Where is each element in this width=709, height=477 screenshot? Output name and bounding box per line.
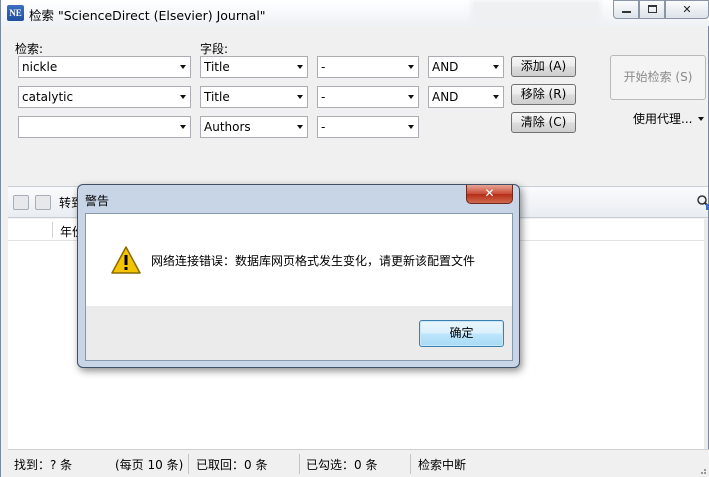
dialog-close-button[interactable]: ✕	[466, 185, 513, 204]
query-label: 检索:	[15, 42, 44, 56]
term-value-2: catalytic	[22, 90, 74, 104]
field-value-1: Title	[204, 60, 230, 74]
dialog-title: 警告	[85, 194, 110, 208]
clear-button[interactable]: 清除 (C)	[511, 112, 576, 133]
dialog-message: 网络连接错误：数据库网页格式发生变化，请更新该配置文件	[151, 254, 476, 268]
use-proxy-dropdown[interactable]: 使用代理...	[633, 110, 692, 127]
column-divider	[52, 222, 53, 238]
start-search-button[interactable]: 开始检索 (S)	[610, 55, 706, 100]
qualifier-combo-2[interactable]: -	[317, 86, 419, 108]
qualifier-value-2: -	[321, 90, 326, 104]
chevron-down-icon	[180, 125, 186, 129]
minimize-icon	[621, 10, 631, 13]
chevron-down-icon	[180, 95, 186, 99]
window-title: 检索 "ScienceDirect (Elsevier) Journal"	[29, 8, 266, 23]
title-bar: NE 检索 "ScienceDirect (Elsevier) Journal"…	[1, 0, 709, 26]
status-found: 找到：? 条	[14, 458, 73, 472]
back-page-icon[interactable]	[13, 195, 29, 210]
chevron-down-icon	[180, 65, 186, 69]
close-button[interactable]: ✕	[665, 0, 709, 19]
term-combo-2[interactable]: catalytic	[18, 86, 191, 108]
resize-grip-icon[interactable]	[697, 465, 707, 475]
chevron-down-icon	[698, 117, 704, 121]
chevron-down-icon	[408, 65, 414, 69]
chevron-down-icon	[297, 125, 303, 129]
chevron-down-icon	[408, 95, 414, 99]
field-value-3: Authors	[204, 120, 251, 134]
warning-dialog: 警告 ✕ 网络连接错误：数据库网页格式发生变化，请更新该配置文件 确定	[77, 184, 520, 368]
blurred-region	[471, 0, 601, 24]
forward-page-icon[interactable]	[35, 195, 51, 210]
qualifier-combo-3[interactable]: -	[317, 116, 419, 138]
chevron-down-icon	[408, 125, 414, 129]
status-separator	[410, 454, 411, 474]
close-icon: ✕	[682, 3, 692, 16]
status-separator	[299, 454, 300, 474]
status-retrieved: 已取回：0 条	[196, 458, 268, 472]
status-separator	[188, 454, 189, 474]
dialog-body: 网络连接错误：数据库网页格式发生变化，请更新该配置文件 确定	[85, 213, 513, 361]
ok-button[interactable]: 确定	[419, 320, 504, 347]
vertical-scrollbar[interactable]	[704, 219, 708, 449]
add-button[interactable]: 添加 (A)	[511, 56, 576, 77]
operator-combo-2[interactable]: AND	[428, 86, 504, 108]
term-value-1: nickle	[22, 60, 58, 74]
chevron-down-icon	[297, 95, 303, 99]
field-combo-1[interactable]: Title	[200, 56, 308, 78]
field-combo-2[interactable]: Title	[200, 86, 308, 108]
field-combo-3[interactable]: Authors	[200, 116, 308, 138]
chevron-down-icon	[297, 65, 303, 69]
warning-icon	[111, 246, 141, 274]
status-checked: 已勾选：0 条	[306, 458, 378, 472]
status-bar: 找到：? 条 (每页 10 条) 已取回：0 条 已勾选：0 条 检索中断	[8, 449, 709, 477]
field-value-2: Title	[204, 90, 230, 104]
close-icon: ✕	[484, 186, 495, 200]
operator-value-2: AND	[432, 90, 459, 104]
app-icon: NE	[7, 5, 24, 21]
qualifier-value-3: -	[321, 120, 326, 134]
operator-value-1: AND	[432, 60, 459, 74]
operator-combo-1[interactable]: AND	[428, 56, 504, 78]
maximize-button[interactable]	[639, 0, 665, 19]
field-label: 字段:	[200, 42, 229, 56]
remove-button[interactable]: 移除 (R)	[511, 84, 576, 105]
maximize-icon	[647, 5, 657, 13]
qualifier-combo-1[interactable]: -	[317, 56, 419, 78]
status-state: 检索中断	[418, 458, 467, 472]
term-combo-1[interactable]: nickle	[18, 56, 191, 78]
qualifier-value-1: -	[321, 60, 326, 74]
chevron-down-icon	[493, 95, 499, 99]
minimize-button[interactable]	[613, 0, 639, 19]
chevron-down-icon	[493, 65, 499, 69]
search-icon[interactable]	[696, 194, 709, 210]
term-combo-3[interactable]	[18, 116, 191, 138]
status-per-page: (每页 10 条)	[115, 458, 184, 472]
